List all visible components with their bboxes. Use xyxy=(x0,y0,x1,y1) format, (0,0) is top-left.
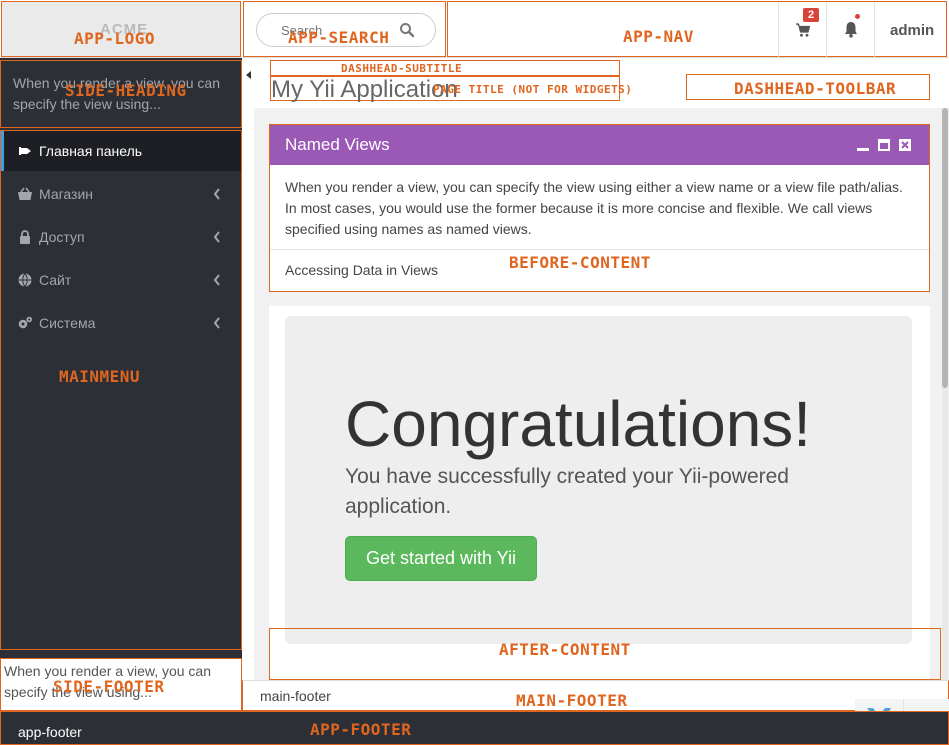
app-search: APP-SEARCH xyxy=(243,1,446,57)
menu-label-dashboard: Главная панель xyxy=(39,143,143,159)
before-content: Named Views When you render a view, you … xyxy=(269,124,930,292)
main-content: DASHHEAD-SUBTITLE My Yii Application PAG… xyxy=(254,58,949,680)
dashboard-icon xyxy=(19,147,31,155)
menu-item-dashboard[interactable]: Главная панель xyxy=(1,131,241,171)
menu-label-access: Доступ xyxy=(39,229,85,245)
menu-item-shop[interactable]: Магазин xyxy=(1,174,241,214)
page-title-box: My Yii Application PAGE TITLE (NOT FOR W… xyxy=(270,76,632,103)
logo-text: ACME xyxy=(100,21,149,38)
globe-icon xyxy=(18,273,32,288)
app-footer: app-footer APP-FOOTER xyxy=(0,711,949,745)
scrollbar[interactable] xyxy=(942,108,948,680)
cart-button[interactable]: 2 xyxy=(778,2,826,58)
side-heading-text: When you render a view, you can specify … xyxy=(13,75,221,112)
lock-icon xyxy=(20,230,30,244)
cart-badge: 2 xyxy=(803,8,820,22)
gears-icon xyxy=(18,316,32,329)
chevron-left-icon xyxy=(213,274,220,286)
page-title: My Yii Application xyxy=(271,76,458,103)
user-menu[interactable]: admin xyxy=(874,2,947,58)
annotation-before-content: BEFORE-CONTENT xyxy=(509,253,651,272)
chevron-left-icon xyxy=(213,231,220,243)
annotation-app-footer: APP-FOOTER xyxy=(310,720,412,739)
jumbotron-title: Congratulations! xyxy=(345,388,812,460)
minimize-icon[interactable] xyxy=(856,138,870,152)
get-started-button[interactable]: Get started with Yii xyxy=(345,536,537,581)
app-nav: APP-NAV 2 admin xyxy=(447,1,947,58)
search-icon[interactable] xyxy=(399,22,415,38)
annotation-mainmenu: MAINMENU xyxy=(59,367,141,386)
jumbotron: Congratulations! You have successfully c… xyxy=(285,316,912,644)
close-icon[interactable] xyxy=(898,138,912,152)
jumbotron-lead: You have successfully created your Yii-p… xyxy=(345,465,789,518)
annotation-page-title: PAGE TITLE (NOT FOR WIDGETS) xyxy=(433,83,633,96)
chevron-left-icon xyxy=(213,188,220,200)
notification-dot xyxy=(854,13,861,20)
main-area: DASHHEAD-SUBTITLE My Yii Application PAG… xyxy=(242,58,949,745)
annotation-main-footer: MAIN-FOOTER xyxy=(516,691,628,710)
cart-icon xyxy=(796,23,811,37)
annotation-dashhead-toolbar: DASHHEAD-TOOLBAR xyxy=(734,79,897,98)
menu-item-system[interactable]: Система xyxy=(1,303,241,343)
panel-title: Named Views xyxy=(285,135,390,154)
sidebar: When you render a view, you can specify … xyxy=(0,58,242,711)
app-footer-text: app-footer xyxy=(18,724,82,740)
menu-item-site[interactable]: Сайт xyxy=(1,260,241,300)
dashhead-toolbar: DASHHEAD-TOOLBAR xyxy=(686,74,930,100)
dashhead-subtitle: DASHHEAD-SUBTITLE xyxy=(270,60,620,76)
notifications-button[interactable] xyxy=(826,2,874,58)
mainmenu: Главная панель Магазин Доступ Сайт Систе… xyxy=(0,130,242,650)
side-heading: When you render a view, you can specify … xyxy=(0,60,242,128)
collapse-sidebar-icon[interactable] xyxy=(245,70,253,80)
user-name: admin xyxy=(890,22,935,39)
menu-item-access[interactable]: Доступ xyxy=(1,217,241,257)
panel-body-text: When you render a view, you can specify … xyxy=(285,179,903,237)
after-content: AFTER-CONTENT xyxy=(269,628,941,680)
annotation-dashhead-subtitle: DASHHEAD-SUBTITLE xyxy=(341,62,463,75)
scrollbar-thumb[interactable] xyxy=(942,108,948,388)
side-footer: When you render a view, you can specify … xyxy=(0,658,242,711)
main-footer: main-footer MAIN-FOOTER xyxy=(242,680,949,745)
app-logo[interactable]: ACME APP-LOGO xyxy=(1,1,241,57)
annotation-after-content: AFTER-CONTENT xyxy=(499,640,631,659)
panel-footer-text: Accessing Data in Views xyxy=(285,262,439,278)
maximize-icon[interactable] xyxy=(877,138,891,152)
content-card: Congratulations! You have successfully c… xyxy=(269,306,930,680)
menu-label-shop: Магазин xyxy=(39,186,94,202)
panel-divider xyxy=(270,249,929,250)
annotation-app-nav: APP-NAV xyxy=(623,27,694,46)
bell-icon xyxy=(845,22,857,38)
panel-header: Named Views xyxy=(270,125,929,165)
chevron-left-icon xyxy=(213,317,220,329)
side-footer-text: When you render a view, you can specify … xyxy=(4,663,212,700)
dashhead: DASHHEAD-SUBTITLE My Yii Application PAG… xyxy=(254,58,949,108)
menu-label-site: Сайт xyxy=(39,272,72,288)
main-footer-text: main-footer xyxy=(260,688,331,704)
basket-icon xyxy=(18,187,32,200)
menu-label-system: Система xyxy=(39,315,96,331)
